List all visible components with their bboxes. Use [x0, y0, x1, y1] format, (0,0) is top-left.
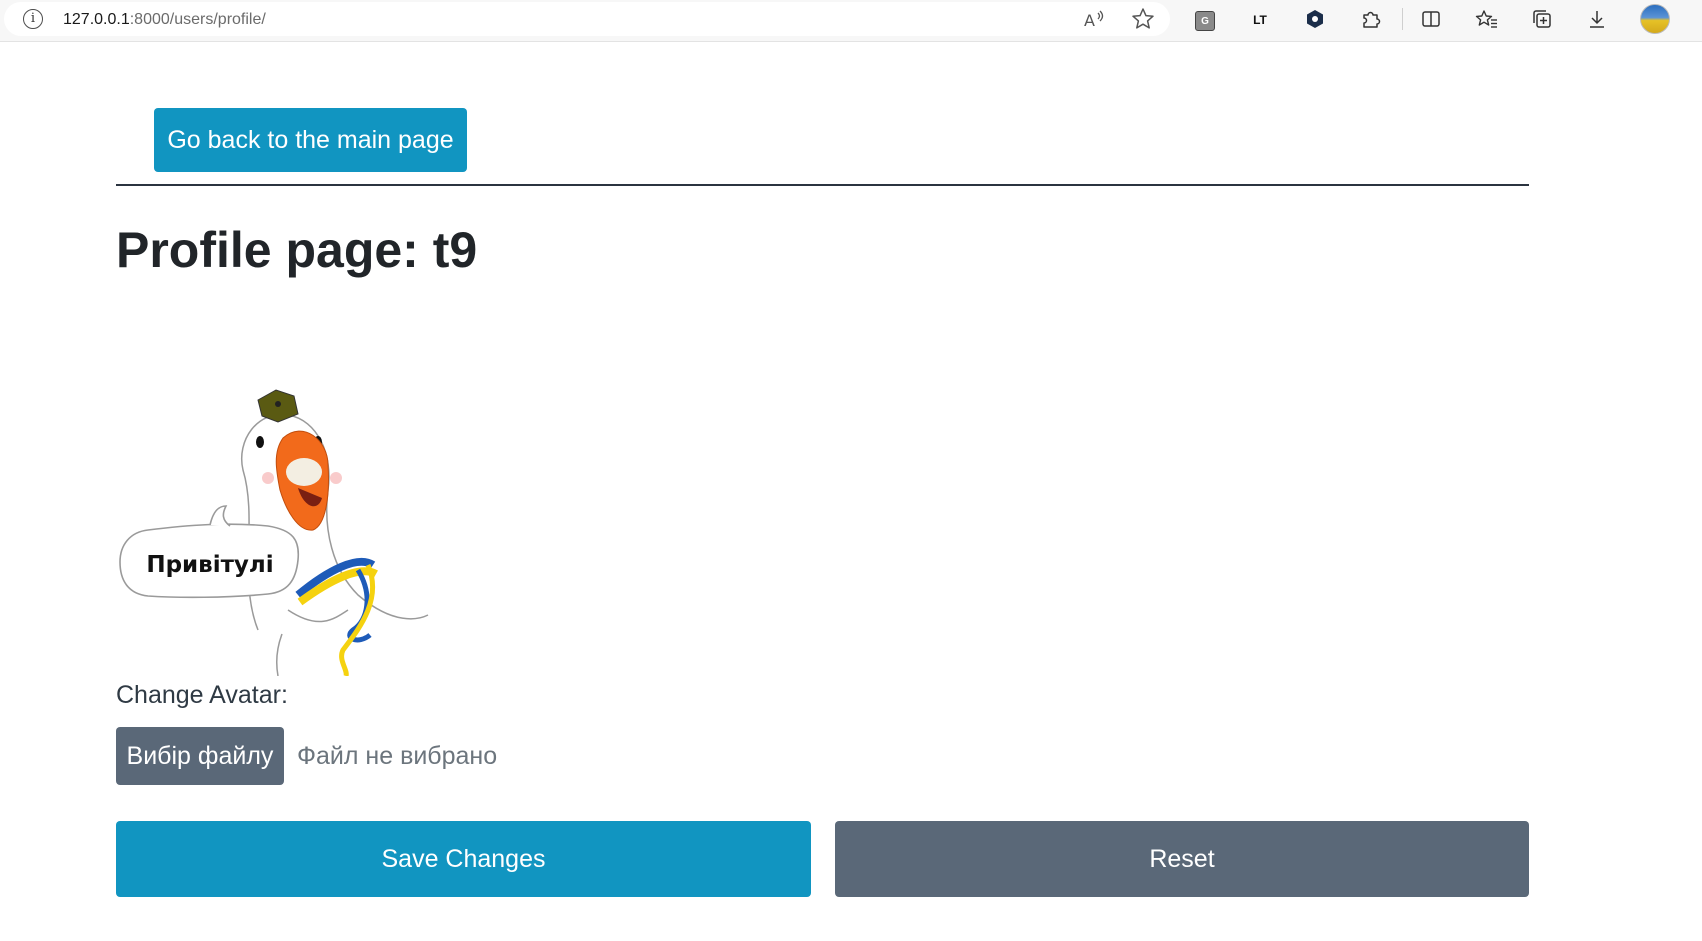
favorites-icon[interactable]: [1472, 4, 1502, 34]
save-changes-button[interactable]: Save Changes: [116, 821, 811, 897]
browser-toolbar: i 127.0.0.1:8000/users/profile/ A G LT: [0, 0, 1702, 42]
url-host: 127.0.0.1: [63, 11, 130, 28]
url-text[interactable]: 127.0.0.1:8000/users/profile/: [63, 10, 266, 30]
file-status-text: Файл не вибрано: [297, 742, 498, 770]
change-avatar-label: Change Avatar:: [116, 681, 288, 709]
divider: [116, 184, 1529, 186]
file-input[interactable]: Вибір файлу Файл не вибрано: [116, 727, 716, 785]
extension-icon-1[interactable]: G: [1190, 4, 1220, 34]
speech-bubble-text: Привітулі: [146, 552, 273, 578]
go-back-button[interactable]: Go back to the main page: [154, 108, 467, 172]
profile-avatar[interactable]: [1640, 4, 1670, 34]
url-path: :8000/users/profile/: [129, 11, 266, 28]
languagetool-icon: LT: [1253, 13, 1267, 27]
extension-icon-lt[interactable]: LT: [1245, 4, 1275, 34]
split-screen-icon[interactable]: [1416, 4, 1446, 34]
page-title: Profile page: t9: [116, 222, 478, 278]
svg-text:A: A: [1084, 11, 1095, 30]
downloads-icon[interactable]: [1582, 4, 1612, 34]
reset-button[interactable]: Reset: [835, 821, 1529, 897]
site-info-icon[interactable]: i: [23, 9, 43, 29]
favorite-star-icon[interactable]: [1130, 6, 1156, 32]
choose-file-button[interactable]: Вибір файлу: [116, 727, 284, 785]
collections-icon[interactable]: [1527, 4, 1557, 34]
extensions-puzzle-icon[interactable]: [1356, 4, 1386, 34]
extension-icon-hex[interactable]: [1300, 4, 1330, 34]
avatar-image: Привітулі: [118, 380, 438, 677]
address-bar[interactable]: i 127.0.0.1:8000/users/profile/ A: [4, 2, 1170, 36]
extension-badge-icon: G: [1195, 11, 1215, 31]
toolbar-separator: [1402, 8, 1403, 30]
read-aloud-icon[interactable]: A: [1081, 6, 1107, 32]
